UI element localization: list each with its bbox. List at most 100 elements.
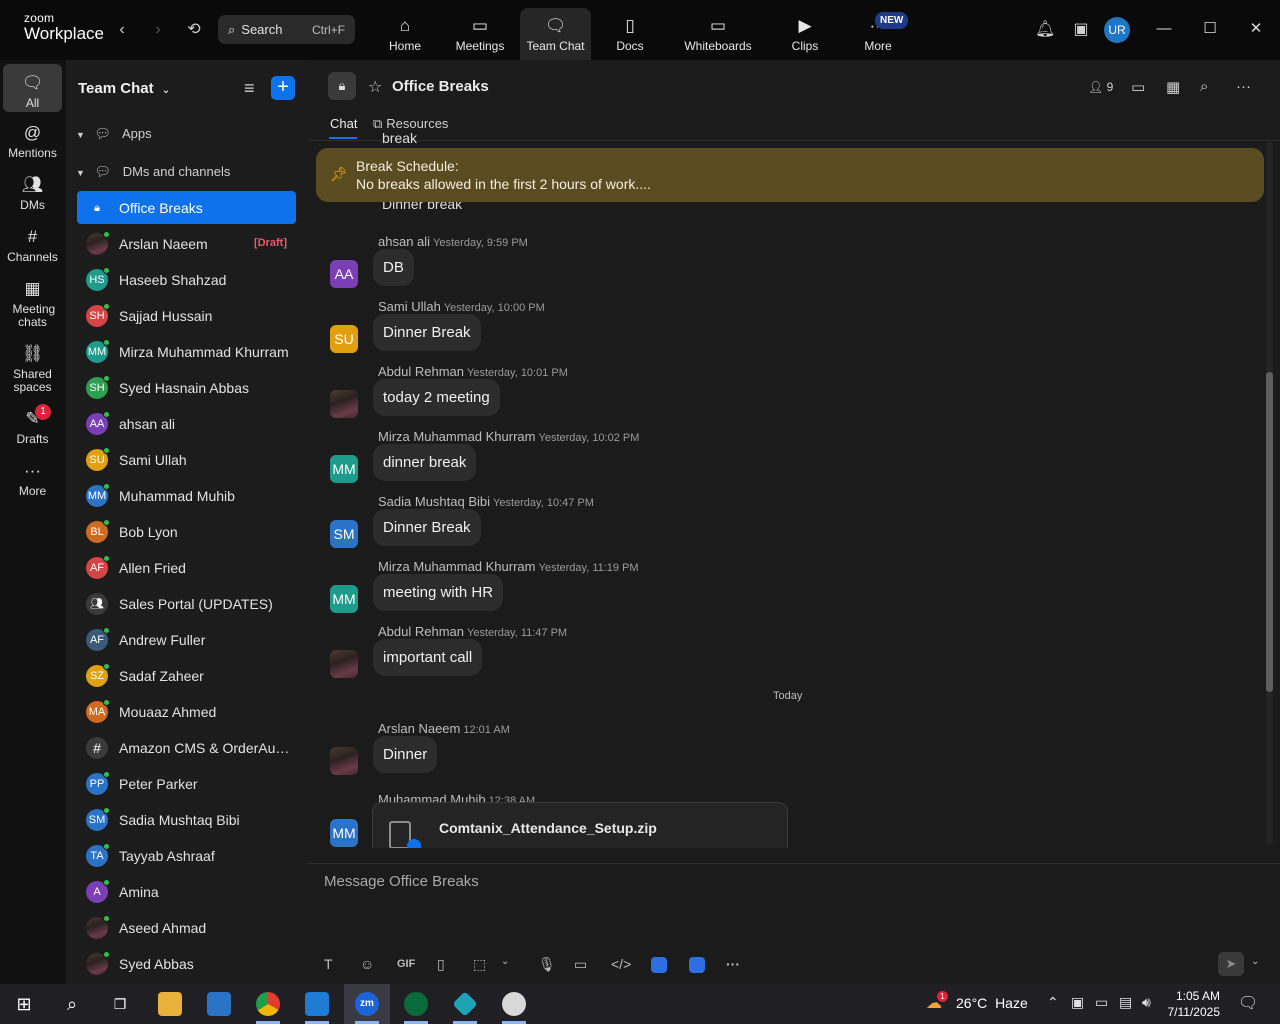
message-author[interactable]: Sami Ullah [378,299,441,314]
search-icon[interactable]: ⌕ [60,992,84,1016]
message-author[interactable]: Abdul Rehman [378,624,464,639]
minimize-icon[interactable]: — [1153,18,1175,40]
file-attachment-card[interactable]: Comtanix_Attendance_Setup.zip [372,802,788,848]
channel-list-item[interactable]: Arslan Naeem [Draft] [77,227,296,260]
vscode-icon[interactable] [305,992,329,1016]
sidebar-title[interactable]: Team Chat ⌄ [78,80,170,97]
message-bubble[interactable]: dinner break [373,444,477,481]
calendar-icon[interactable]: ▦ [1166,78,1180,96]
avatar[interactable]: AA [330,260,358,288]
nav-tab-meetings[interactable]: ▭ Meetings [450,8,510,60]
rail-item-channels[interactable]: # Channels [3,226,62,264]
rail-item-all[interactable]: 🗨 All [3,64,62,112]
channel-list-item[interactable]: AF Allen Fried [77,551,296,584]
avatar[interactable] [330,747,358,775]
section-apps[interactable]: ▼ 💬︎ Apps [76,126,152,142]
avatar[interactable] [330,650,358,678]
forward-arrow-icon[interactable]: › [148,20,168,40]
channel-list-item[interactable]: SM Sadia Mushtaq Bibi [77,803,296,836]
file-icon[interactable]: ▯ [437,956,445,973]
section-dms-and-channels[interactable]: ▼ 💬︎ DMs and channels [76,164,230,180]
channel-list-item[interactable]: MA Mouaaz Ahmed [77,695,296,728]
nav-tab-whiteboards[interactable]: ▭ Whiteboards [678,8,758,60]
more-options-icon[interactable]: ··· [1236,78,1251,95]
message-author[interactable]: Sadia Mushtaq Bibi [378,494,490,509]
star-icon[interactable]: ☆ [368,77,382,97]
nav-tab-docs[interactable]: ▯ Docs [605,8,655,60]
pinned-message-banner[interactable]: 📌︎ Break Schedule: No breaks allowed in … [316,148,1264,202]
battery-icon[interactable]: ▭ [1095,994,1108,1011]
message-author[interactable]: Mirza Muhammad Khurram [378,559,536,574]
rail-item-mentions[interactable]: @ Mentions [3,122,62,160]
message-bubble[interactable]: Dinner [373,736,438,773]
app-icon[interactable] [502,992,526,1016]
tab-chat[interactable]: Chat [330,116,357,131]
search-input[interactable]: ⌕ Search Ctrl+F [218,15,355,44]
task-view-icon[interactable]: ❐ [108,992,132,1016]
zoom-app-icon[interactable]: zm [355,992,379,1016]
rail-item-shared-spaces[interactable]: ⛓ Shared spaces [3,343,62,394]
system-clock[interactable]: 1:05 AM 7/11/2025 [1164,988,1221,1020]
more-tools-icon[interactable]: ··· [726,956,740,972]
microphone-icon[interactable]: 🎙︎ [538,956,556,973]
app-icon[interactable] [689,957,705,973]
channel-list-item[interactable]: AF Andrew Fuller [77,623,296,656]
avatar[interactable]: MM [330,585,358,613]
channel-list-item[interactable]: MM Muhammad Muhib [77,479,296,512]
back-arrow-icon[interactable]: ‹ [112,20,132,40]
screenshot-icon[interactable]: ⬚ [473,956,486,973]
channel-list-item[interactable]: # Amazon CMS & OrderAuto... [77,731,296,764]
new-chat-button[interactable]: + [271,76,295,100]
message-bubble[interactable]: Dinner Break [373,314,481,351]
message-author[interactable]: ahsan ali [378,234,430,249]
windows-start-icon[interactable]: ⊞ [12,992,36,1016]
emoji-icon[interactable]: ☺ [360,956,374,972]
bell-icon[interactable]: 🔔︎ [1035,20,1055,40]
channel-list-item[interactable]: A Amina [77,875,296,908]
chevron-down-icon[interactable]: ⌄ [501,956,509,967]
channel-title[interactable]: Office Breaks [392,78,489,95]
code-snippet-icon[interactable]: </> [611,956,631,972]
message-author[interactable]: Abdul Rehman [378,364,464,379]
channel-list-item[interactable]: HS Haseeb Shahzad [77,263,296,296]
chevron-down-icon[interactable]: ⌄ [1251,956,1259,967]
channel-list-item[interactable]: Aseed Ahmad [77,911,296,944]
weather-widget[interactable]: 26°C Haze [956,995,1028,1011]
scrollbar-thumb[interactable] [1266,372,1273,692]
channel-list-item[interactable]: SH Syed Hasnain Abbas [77,371,296,404]
file-explorer-icon[interactable] [158,992,182,1016]
video-call-icon[interactable]: ▭ [1131,78,1145,96]
avatar[interactable]: SM [330,520,358,548]
message-bubble[interactable]: Dinner Break [373,509,481,546]
send-button[interactable]: ➤ [1218,952,1244,976]
store-icon[interactable] [207,992,231,1016]
message-author[interactable]: Arslan Naeem [378,721,460,736]
chrome-icon[interactable] [256,992,280,1016]
maximize-icon[interactable]: ☐ [1199,18,1221,40]
channel-list-item[interactable]: 🔒︎ Office Breaks [77,191,296,224]
rail-item-more[interactable]: ··· More [3,460,62,498]
message-bubble[interactable]: important call [373,639,483,676]
channel-list-item[interactable]: Syed Abbas [77,947,296,980]
video-message-icon[interactable]: ▭ [574,956,587,973]
channel-list-item[interactable]: SH Sajjad Hussain [77,299,296,332]
message-bubble[interactable]: DB [373,249,414,286]
search-icon[interactable]: ⌕ [1200,78,1208,95]
member-count[interactable]: 👤︎ 9 [1088,80,1113,94]
avatar[interactable]: SU [330,325,358,353]
gif-button[interactable]: GIF [397,958,415,970]
download-icon[interactable] [407,839,421,848]
notification-icon[interactable]: 🗨 [1238,993,1258,1013]
message-input[interactable]: Message Office Breaks [324,873,1224,890]
avatar[interactable]: MM [330,455,358,483]
avatar[interactable] [330,390,358,418]
channel-list-item[interactable]: BL Bob Lyon [77,515,296,548]
channel-list-item[interactable]: TA Tayyab Ashraaf [77,839,296,872]
channel-list-item[interactable]: SU Sami Ullah [77,443,296,476]
text-format-icon[interactable]: T [324,956,333,972]
volume-icon[interactable]: 🔊︎ [1142,994,1151,1011]
channel-list-item[interactable]: PP Peter Parker [77,767,296,800]
channel-list-item[interactable]: MM Mirza Muhammad Khurram [77,335,296,368]
mongodb-icon[interactable] [404,992,428,1016]
message-bubble[interactable]: today 2 meeting [373,379,500,416]
